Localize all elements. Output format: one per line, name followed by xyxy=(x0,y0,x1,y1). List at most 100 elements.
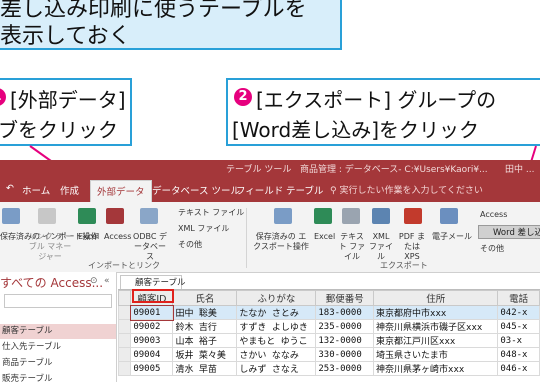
table-cell[interactable]: 清水 早苗 xyxy=(172,361,238,376)
linked-table-manager-button[interactable]: リンク テーブル マネージャー xyxy=(26,232,74,262)
doc-tab-label: 顧客テーブル xyxy=(135,278,186,288)
table-cell[interactable]: 山本 裕子 xyxy=(172,333,238,348)
select-all-cell[interactable] xyxy=(117,290,132,306)
table-cell[interactable]: 03-x xyxy=(497,333,540,348)
table-cell[interactable]: 045-x xyxy=(497,319,540,334)
table-cell[interactable]: 09002 xyxy=(130,319,174,334)
excel-export-icon xyxy=(314,208,332,224)
linked-table-manager-icon xyxy=(38,208,56,224)
tab-create[interactable]: 作成 xyxy=(60,183,79,197)
tab-database-tools[interactable]: データベース ツール xyxy=(152,183,240,197)
title-bar: テーブル ツール 商品管理 : データベース- C:¥Users¥Kaori¥.… xyxy=(0,160,540,178)
export-group-label: エクスポート xyxy=(380,261,428,270)
pdf-xps-button[interactable]: PDF または XPS xyxy=(396,232,428,262)
xml-file-import[interactable]: XML ファイル xyxy=(178,224,229,234)
group-divider xyxy=(246,208,247,268)
row-selector[interactable] xyxy=(117,361,132,376)
table-cell[interactable]: 09005 xyxy=(130,361,174,376)
tell-me-text: 実行したい作業を入力してください xyxy=(339,186,483,196)
undo-icon[interactable]: ↶ xyxy=(6,183,14,194)
table-row[interactable]: 09001 田中 聡美 たなか さとみ 183-0000 東京都府中市xxx 0… xyxy=(117,304,540,321)
access-import-icon xyxy=(106,208,124,224)
table-cell[interactable]: 坂井 菜々美 xyxy=(172,347,238,362)
table-cell[interactable]: 042-x xyxy=(497,305,540,320)
table-cell[interactable]: 09004 xyxy=(130,347,174,362)
row-selector[interactable] xyxy=(117,347,132,362)
access-import-button[interactable]: Access xyxy=(104,232,131,242)
table-cell[interactable]: 235-0000 xyxy=(315,319,375,334)
import-group-label: インポートとリンク xyxy=(88,261,160,270)
table-row[interactable]: 09004 坂井 菜々美 さかい ななみ 330-0000 埼玉県さいたま市 0… xyxy=(117,347,540,362)
text-export-button[interactable]: テキスト ファイル xyxy=(338,232,366,262)
nav-search-input[interactable] xyxy=(4,294,112,308)
odbc-icon xyxy=(140,208,158,224)
table-cell[interactable]: 神奈川県茅ヶ崎市xxx xyxy=(373,361,499,376)
word-merge-button[interactable]: Word 差し込み xyxy=(478,225,540,239)
document-tab[interactable]: 顧客テーブル xyxy=(120,275,186,289)
tab-fields[interactable]: フィールド xyxy=(236,183,283,197)
ribbon-tab-bar: ↶ ホーム 作成 外部データ データベース ツール フィールド テーブル ⚲ 実… xyxy=(0,178,540,203)
access-export[interactable]: Access xyxy=(480,210,507,220)
odbc-button[interactable]: ODBC データベース xyxy=(132,232,168,262)
table-cell[interactable]: やまもと ゆうこ xyxy=(236,333,317,348)
table-cell[interactable]: しみず さなえ xyxy=(236,361,317,376)
table-header-row: 顧客ID 氏名 ふりがな 郵便番号 住所 電話 xyxy=(117,290,540,306)
table-cell[interactable]: 048-x xyxy=(497,347,540,362)
collapse-icon[interactable]: « xyxy=(104,276,110,286)
column-header[interactable]: 郵便番号 xyxy=(315,290,375,306)
xml-export-button[interactable]: XML ファイル xyxy=(368,232,394,262)
table-cell[interactable]: さかい ななみ xyxy=(236,347,317,362)
context-tab-label: テーブル ツール xyxy=(226,165,292,175)
column-header[interactable]: ふりがな xyxy=(236,290,317,306)
row-selector[interactable] xyxy=(117,333,132,348)
user-name: 田中 ... xyxy=(505,165,535,175)
window-title: 商品管理 : データベース- C:¥Users¥Kaori¥... xyxy=(300,165,488,175)
nav-pane-title[interactable]: すべての Access... xyxy=(0,274,103,291)
text-export-icon xyxy=(342,208,360,224)
email-icon xyxy=(440,208,458,224)
table-cell[interactable]: 田中 聡美 xyxy=(172,305,238,320)
email-button[interactable]: 電子メール xyxy=(432,232,472,242)
row-selector[interactable] xyxy=(117,319,132,334)
tab-table[interactable]: テーブル xyxy=(286,183,323,197)
nav-item-sales[interactable]: 販売テーブル xyxy=(0,372,116,387)
more-import[interactable]: その他 xyxy=(178,240,202,250)
excel-import-button[interactable]: Excel xyxy=(78,232,99,242)
table-cell[interactable]: 09001 xyxy=(129,304,174,321)
table-cell[interactable]: 鈴木 吉行 xyxy=(172,319,238,334)
column-header[interactable]: 住所 xyxy=(373,290,499,306)
table-cell[interactable]: 132-0000 xyxy=(315,333,375,348)
table-cell[interactable]: すずき よしゆき xyxy=(236,319,317,334)
column-header[interactable]: 氏名 xyxy=(172,290,238,306)
table-cell[interactable]: 東京都府中市xxx xyxy=(373,305,499,320)
table-cell[interactable]: たなか さとみ xyxy=(236,305,317,320)
word-merge-label: Word 差し込み xyxy=(493,228,540,238)
excel-import-icon xyxy=(78,208,96,224)
table-cell[interactable]: 09003 xyxy=(130,333,174,348)
navigation-pane: すべての Access... ⊙ « 顧客テーブル 仕入先テーブル 商品テーブル… xyxy=(0,272,117,384)
table-cell[interactable]: 東京都江戸川区xxx xyxy=(373,333,499,348)
nav-item-suppliers[interactable]: 仕入先テーブル xyxy=(0,340,116,355)
saved-exports-button[interactable]: 保存済みの エクスポート操作 xyxy=(252,232,310,252)
table-cell[interactable]: 埼玉県さいたま市 xyxy=(373,347,499,362)
row-selector[interactable] xyxy=(117,305,132,320)
table-row[interactable]: 09002 鈴木 吉行 すずき よしゆき 235-0000 神奈川県横浜市磯子区… xyxy=(117,319,540,334)
table-cell[interactable]: 183-0000 xyxy=(315,305,375,320)
tab-external-data[interactable]: 外部データ xyxy=(90,180,152,203)
table-cell[interactable]: 神奈川県横浜市磯子区xxx xyxy=(373,319,499,334)
nav-item-customers[interactable]: 顧客テーブル xyxy=(0,324,116,339)
nav-item-products[interactable]: 商品テーブル xyxy=(0,356,116,371)
more-export[interactable]: その他 xyxy=(480,244,504,254)
column-header[interactable]: 電話 xyxy=(497,290,540,306)
chevron-down-icon[interactable]: ⊙ xyxy=(90,276,98,286)
excel-export-button[interactable]: Excel xyxy=(314,232,335,242)
table-row[interactable]: 09005 清水 早苗 しみず さなえ 253-0000 神奈川県茅ヶ崎市xxx… xyxy=(117,361,540,376)
ribbon: 保存済みの インポート操作 リンク テーブル マネージャー Excel Acce… xyxy=(0,202,540,273)
table-cell[interactable]: 330-0000 xyxy=(315,347,375,362)
table-cell[interactable]: 253-0000 xyxy=(315,361,375,376)
tell-me-box[interactable]: ⚲ 実行したい作業を入力してください xyxy=(330,183,483,196)
table-cell[interactable]: 046-x xyxy=(497,361,540,376)
text-file-import[interactable]: テキスト ファイル xyxy=(178,208,244,218)
table-row[interactable]: 09003 山本 裕子 やまもと ゆうこ 132-0000 東京都江戸川区xxx… xyxy=(117,333,540,348)
tab-home[interactable]: ホーム xyxy=(22,183,50,197)
